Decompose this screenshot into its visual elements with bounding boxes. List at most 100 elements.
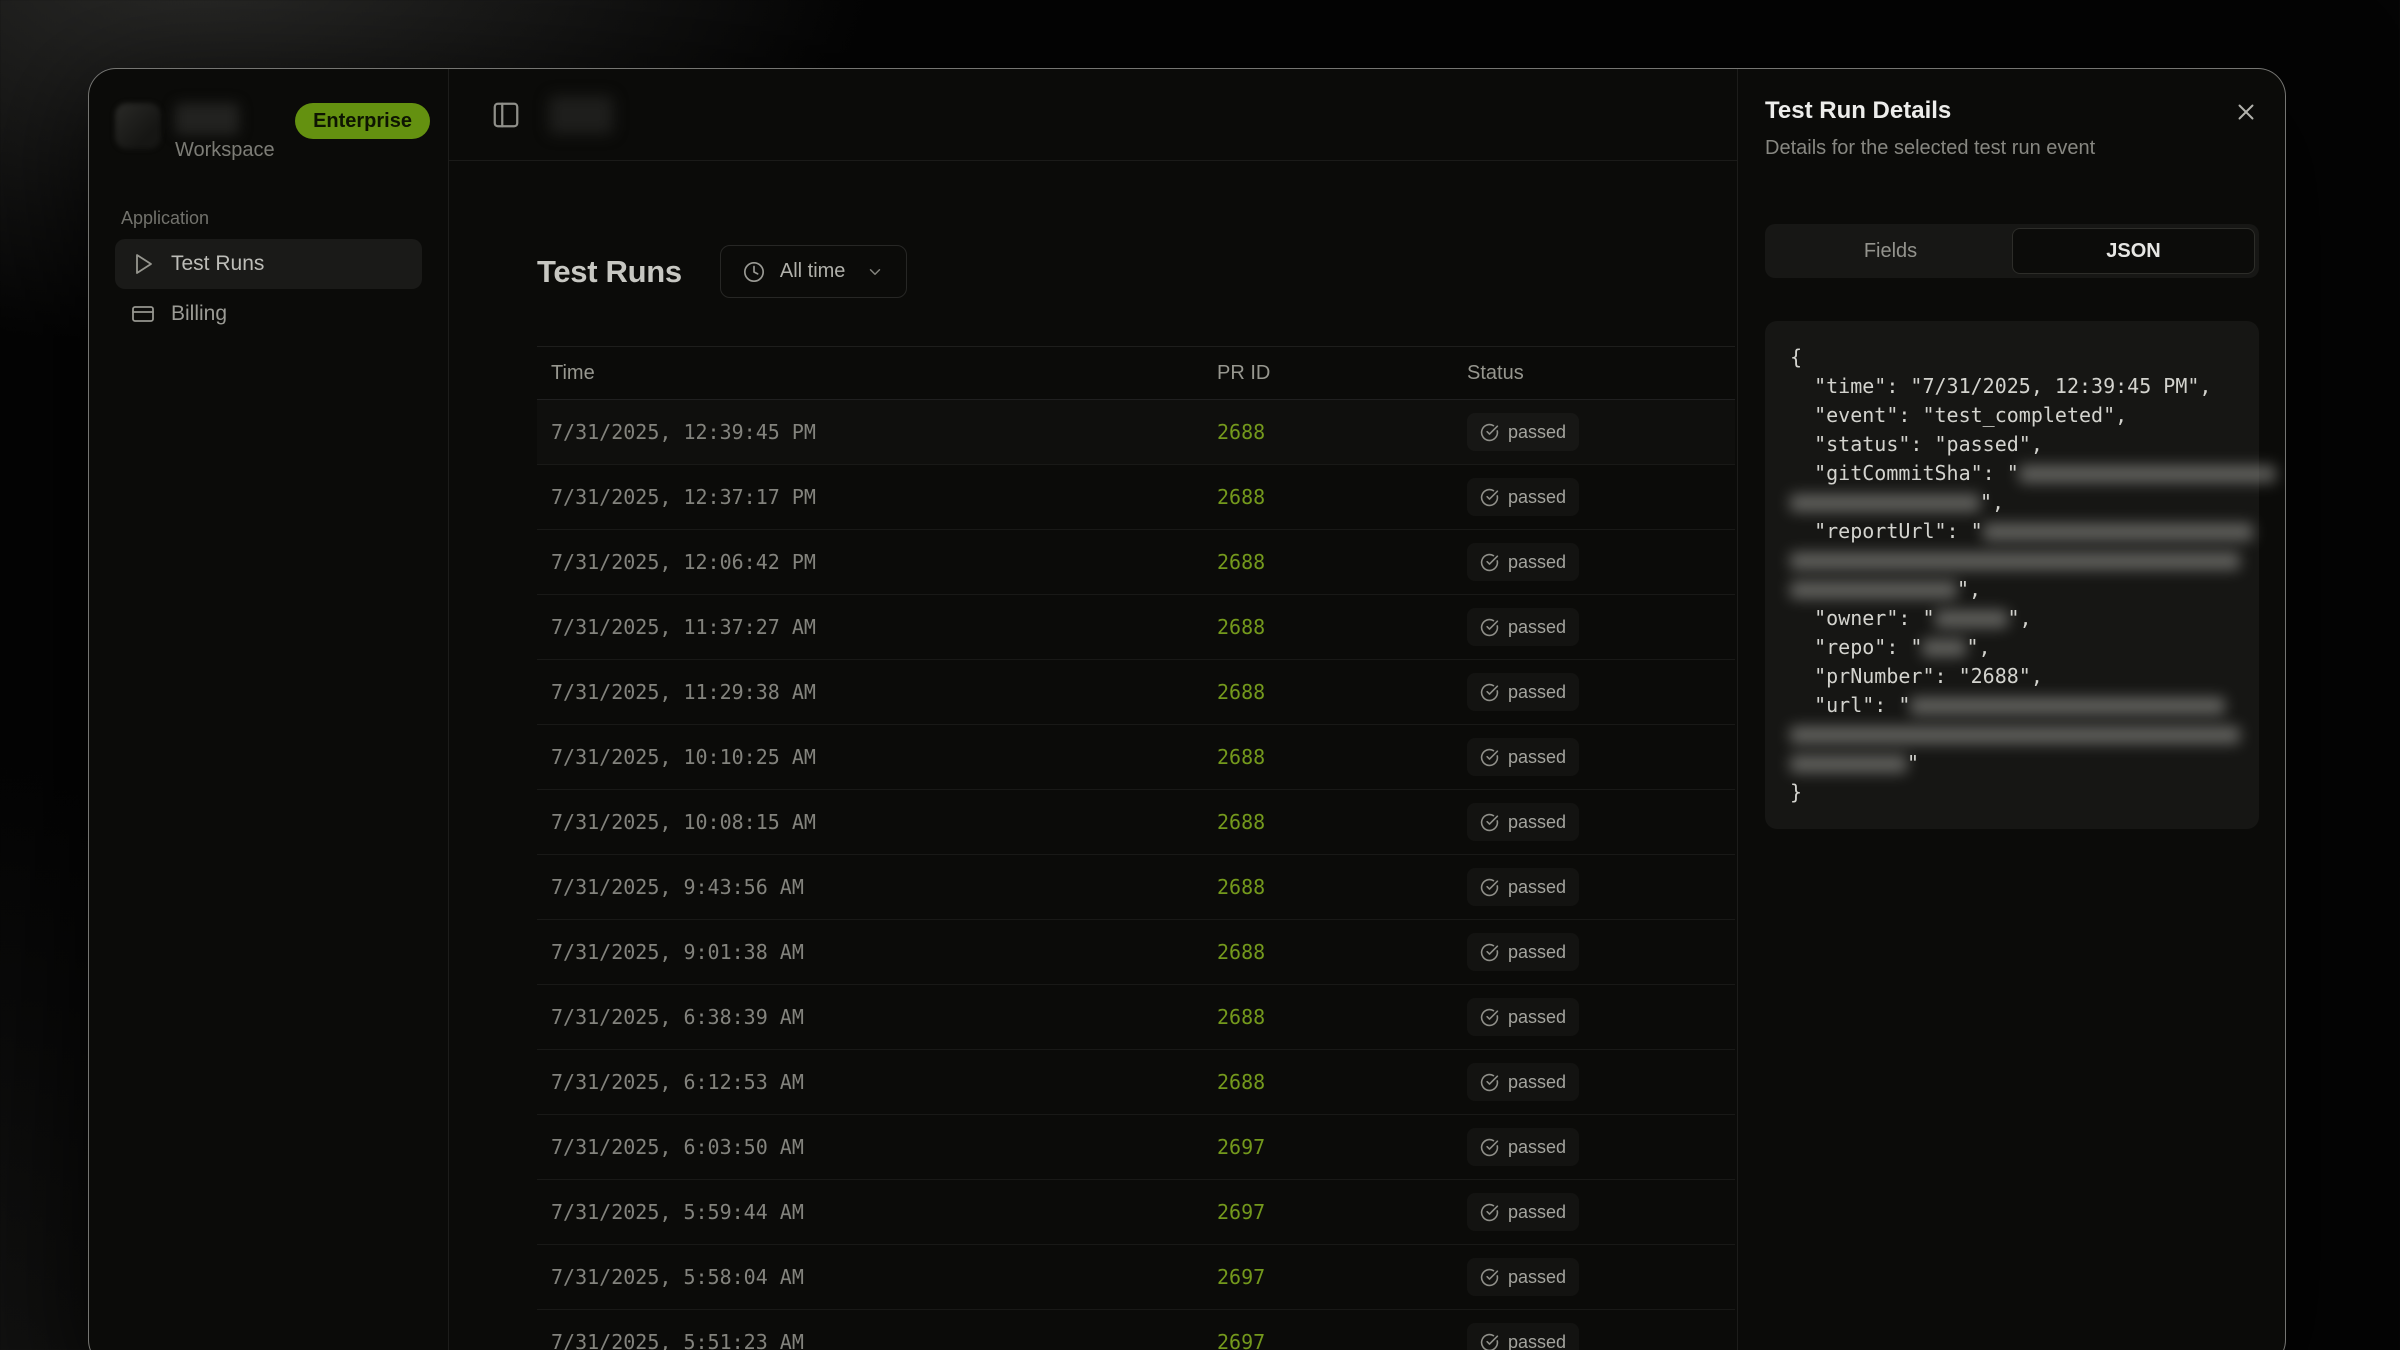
pr-id-link[interactable]: 2688 (1217, 745, 1467, 769)
cell-status: passed (1467, 933, 1735, 971)
clock-icon (743, 261, 765, 283)
status-badge: passed (1467, 1128, 1579, 1166)
code-text: "time": "7/31/2025, 12:39:45 PM", (1790, 374, 2211, 398)
code-text: ", (1957, 577, 1981, 601)
code-line: ", (1790, 488, 2234, 517)
cell-status: passed (1467, 1063, 1735, 1101)
pr-id-link[interactable]: 2688 (1217, 810, 1467, 834)
check-circle-icon (1480, 813, 1499, 832)
table-row[interactable]: 7/31/2025, 6:38:39 AM2688passed (537, 985, 1735, 1050)
table-header: Time PR ID Status (537, 347, 1735, 400)
cell-status: passed (1467, 868, 1735, 906)
sidebar-item-test-runs[interactable]: Test Runs (115, 239, 422, 289)
main-header (449, 69, 1737, 161)
column-header-pr-id: PR ID (1217, 362, 1467, 385)
sidebar-section-label: Application (107, 208, 430, 229)
status-label: passed (1508, 1007, 1566, 1028)
cell-time: 7/31/2025, 12:37:17 PM (537, 485, 1217, 509)
code-line: "repo": "", (1790, 633, 2234, 662)
pr-id-link[interactable]: 2688 (1217, 875, 1467, 899)
status-label: passed (1508, 617, 1566, 638)
workspace-meta: Workspace (175, 103, 275, 162)
sidebar-item-billing[interactable]: Billing (115, 289, 422, 339)
cell-status: passed (1467, 413, 1735, 451)
code-line: ", (1790, 575, 2234, 604)
table-row[interactable]: 7/31/2025, 10:08:15 AM2688passed (537, 790, 1735, 855)
code-text: { (1790, 345, 1802, 369)
redacted-text (1983, 523, 2253, 541)
workspace-name-redacted (175, 103, 239, 135)
pr-id-link[interactable]: 2688 (1217, 485, 1467, 509)
workspace-header: Workspace Enterprise (107, 103, 430, 162)
code-text: } (1790, 780, 1802, 804)
status-label: passed (1508, 487, 1566, 508)
pr-id-link[interactable]: 2688 (1217, 615, 1467, 639)
pr-id-link[interactable]: 2697 (1217, 1330, 1467, 1350)
status-badge: passed (1467, 1063, 1579, 1101)
cell-status: passed (1467, 543, 1735, 581)
status-badge: passed (1467, 1323, 1579, 1350)
chevron-down-icon (866, 263, 884, 281)
column-header-time: Time (537, 362, 1217, 385)
code-text: "status": "passed", (1790, 432, 2043, 456)
status-label: passed (1508, 422, 1566, 443)
pr-id-link[interactable]: 2688 (1217, 1005, 1467, 1029)
cell-status: passed (1467, 738, 1735, 776)
details-tabs: FieldsJSON (1765, 224, 2259, 278)
pr-id-link[interactable]: 2697 (1217, 1200, 1467, 1224)
status-badge: passed (1467, 608, 1579, 646)
pr-id-link[interactable]: 2688 (1217, 1070, 1467, 1094)
code-text: "reportUrl": " (1790, 519, 1983, 543)
time-filter-value: All time (780, 260, 846, 283)
pr-id-link[interactable]: 2688 (1217, 550, 1467, 574)
cell-status: passed (1467, 1323, 1735, 1350)
code-line: "gitCommitSha": " (1790, 459, 2234, 488)
status-badge: passed (1467, 933, 1579, 971)
table-row[interactable]: 7/31/2025, 6:03:50 AM2697passed (537, 1115, 1735, 1180)
check-circle-icon (1480, 748, 1499, 767)
pr-id-link[interactable]: 2697 (1217, 1265, 1467, 1289)
redacted-text (1790, 726, 2240, 744)
code-line (1790, 720, 2234, 749)
table-row[interactable]: 7/31/2025, 5:58:04 AM2697passed (537, 1245, 1735, 1310)
table-row[interactable]: 7/31/2025, 9:43:56 AM2688passed (537, 855, 1735, 920)
status-badge: passed (1467, 868, 1579, 906)
code-line: "time": "7/31/2025, 12:39:45 PM", (1790, 372, 2234, 401)
code-text: "repo": " (1790, 635, 1922, 659)
code-text: "url": " (1790, 693, 1910, 717)
table-row[interactable]: 7/31/2025, 11:29:38 AM2688passed (537, 660, 1735, 725)
pr-id-link[interactable]: 2688 (1217, 420, 1467, 444)
panel-toggle-icon[interactable] (491, 100, 521, 130)
redacted-text (1935, 610, 2008, 628)
status-label: passed (1508, 1072, 1566, 1093)
tab-fields[interactable]: Fields (1769, 228, 2012, 274)
check-circle-icon (1480, 423, 1499, 442)
table-row[interactable]: 7/31/2025, 5:59:44 AM2697passed (537, 1180, 1735, 1245)
table-row[interactable]: 7/31/2025, 10:10:25 AM2688passed (537, 725, 1735, 790)
status-badge: passed (1467, 738, 1579, 776)
table-row[interactable]: 7/31/2025, 9:01:38 AM2688passed (537, 920, 1735, 985)
table-row[interactable]: 7/31/2025, 6:12:53 AM2688passed (537, 1050, 1735, 1115)
pr-id-link[interactable]: 2697 (1217, 1135, 1467, 1159)
enterprise-badge: Enterprise (295, 103, 430, 139)
tab-json[interactable]: JSON (2012, 228, 2255, 274)
details-title: Test Run Details (1765, 97, 1951, 125)
table-row[interactable]: 7/31/2025, 12:06:42 PM2688passed (537, 530, 1735, 595)
pr-id-link[interactable]: 2688 (1217, 940, 1467, 964)
table-row[interactable]: 7/31/2025, 5:51:23 AM2697passed (537, 1310, 1735, 1350)
cell-status: passed (1467, 1193, 1735, 1231)
table-row[interactable]: 7/31/2025, 11:37:27 AM2688passed (537, 595, 1735, 660)
cell-status: passed (1467, 608, 1735, 646)
page-title: Test Runs (537, 254, 682, 290)
close-icon[interactable] (2233, 99, 2259, 125)
table-row[interactable]: 7/31/2025, 12:37:17 PM2688 passed (537, 465, 1735, 530)
time-filter-select[interactable]: All time (720, 245, 908, 298)
code-line: "prNumber": "2688", (1790, 662, 2234, 691)
status-badge: passed (1467, 1193, 1579, 1231)
pr-id-link[interactable]: 2688 (1217, 680, 1467, 704)
table-row[interactable]: 7/31/2025, 12:39:45 PM2688passed (537, 400, 1735, 465)
redacted-text (2019, 465, 2276, 483)
code-text: ", (1980, 490, 2004, 514)
main-content: Test Runs All time Time PR ID Status (449, 161, 1737, 1350)
status-badge: passed (1467, 998, 1579, 1036)
